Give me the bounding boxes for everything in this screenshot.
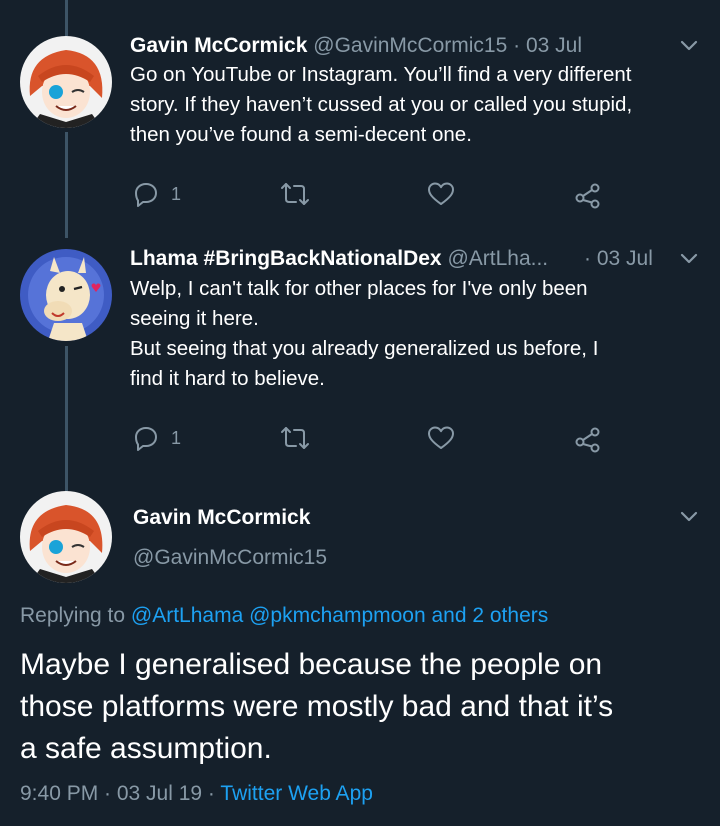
text-line: But seeing that you already generalized … bbox=[130, 337, 599, 360]
like-icon bbox=[428, 426, 454, 449]
tweet-text: Go on YouTube or Instagram. You’ll find … bbox=[130, 60, 700, 150]
text-line: Maybe I generalised because the people o… bbox=[20, 648, 603, 681]
tweet-source[interactable]: Twitter Web App bbox=[220, 782, 373, 805]
share-icon bbox=[575, 427, 600, 453]
avatar-gavin[interactable] bbox=[20, 36, 112, 128]
author-handle[interactable]: @ArtLha... bbox=[447, 247, 548, 270]
text-line: Go on YouTube or Instagram. You’ll find … bbox=[130, 63, 632, 86]
share-button[interactable] bbox=[574, 181, 602, 209]
author-name[interactable]: Gavin McCormick bbox=[130, 34, 307, 57]
chevron-down-icon[interactable] bbox=[680, 40, 698, 52]
tweet-date[interactable]: · 03 Jul bbox=[513, 34, 582, 57]
replying-prefix: Replying to bbox=[20, 604, 126, 627]
avatar-image bbox=[20, 491, 112, 583]
tweet-meta: 9:40 PM · 03 Jul 19 · Twitter Web App bbox=[20, 782, 373, 806]
text-line: find it hard to believe. bbox=[130, 367, 325, 390]
text-line: those platforms were mostly bad and that… bbox=[20, 690, 614, 723]
reply-count: 1 bbox=[171, 183, 182, 204]
thread-line bbox=[65, 346, 68, 492]
share-icon bbox=[575, 183, 600, 209]
text-line: Welp, I can't talk for other places for … bbox=[130, 277, 588, 300]
like-button[interactable] bbox=[427, 181, 455, 207]
retweet-button[interactable] bbox=[280, 425, 310, 451]
text-line: a safe assumption. bbox=[20, 732, 272, 765]
retweet-icon bbox=[281, 427, 309, 449]
tweet-header: Gavin McCormick @GavinMcCormic15 · 03 Ju… bbox=[130, 34, 582, 58]
tweet-text: Welp, I can't talk for other places for … bbox=[130, 274, 700, 394]
replying-to-links[interactable]: @ArtLhama @pkmchampmoon and 2 others bbox=[131, 604, 548, 627]
thread-line bbox=[65, 0, 68, 36]
text-line: seeing it here. bbox=[130, 307, 259, 330]
author-name[interactable]: Gavin McCormick bbox=[133, 506, 310, 530]
reply-button[interactable]: 1 bbox=[133, 181, 181, 207]
tweet-text: Maybe I generalised because the people o… bbox=[20, 644, 710, 770]
author-name[interactable]: Lhama #BringBackNationalDex bbox=[130, 247, 442, 270]
avatar-lhama[interactable] bbox=[20, 249, 112, 341]
retweet-icon bbox=[281, 183, 309, 205]
reply-icon bbox=[135, 427, 157, 451]
tweet-date[interactable]: · 03 Jul bbox=[584, 247, 653, 271]
avatar-image bbox=[20, 249, 112, 341]
reply-button[interactable]: 1 bbox=[133, 425, 181, 451]
avatar-image bbox=[20, 36, 112, 128]
like-icon bbox=[428, 182, 454, 205]
tweet-timestamp[interactable]: 9:40 PM · 03 Jul 19 · bbox=[20, 782, 215, 805]
thread-line bbox=[65, 132, 68, 238]
like-button[interactable] bbox=[427, 425, 455, 451]
tweet-header: Lhama #BringBackNationalDex @ArtLha... bbox=[130, 247, 548, 271]
replying-to: Replying to @ArtLhama @pkmchampmoon and … bbox=[20, 604, 548, 628]
chevron-down-icon[interactable] bbox=[680, 253, 698, 265]
reply-icon bbox=[135, 183, 157, 207]
text-line: then you’ve found a semi-decent one. bbox=[130, 123, 472, 146]
avatar-gavin[interactable] bbox=[20, 491, 112, 583]
text-line: story. If they haven’t cussed at you or … bbox=[130, 93, 633, 116]
reply-count: 1 bbox=[171, 427, 182, 448]
author-handle[interactable]: @GavinMcCormic15 bbox=[133, 546, 327, 570]
author-handle[interactable]: @GavinMcCormic15 bbox=[313, 34, 507, 57]
share-button[interactable] bbox=[574, 425, 602, 453]
retweet-button[interactable] bbox=[280, 181, 310, 207]
chevron-down-icon[interactable] bbox=[680, 511, 698, 523]
